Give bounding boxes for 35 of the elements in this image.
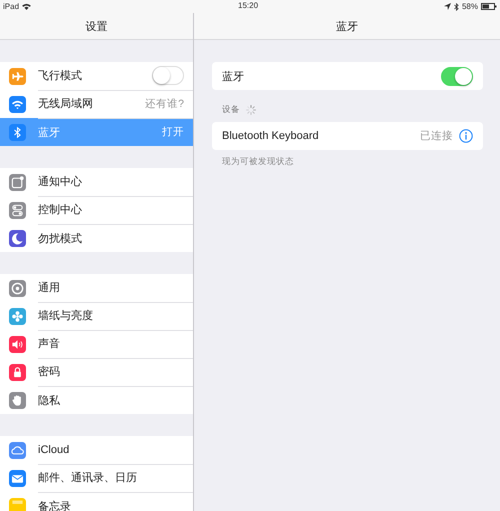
item-label: 飞行模式 (38, 69, 82, 83)
nav-title: 设置 (86, 20, 108, 34)
spinner-icon (246, 105, 256, 115)
device-status: 已连接 (420, 129, 453, 143)
bluetooth-icon (454, 2, 459, 10)
device-name: Bluetooth Keyboard (222, 130, 319, 142)
discoverable-note: 现为可被发现状态 (222, 156, 295, 168)
item-label: 密码 (38, 364, 60, 379)
item-label: 通知中心 (38, 174, 82, 189)
wifi-icon (22, 3, 32, 10)
bluetooth-label: 蓝牙 (222, 70, 244, 84)
section-header: 设备 (222, 104, 240, 116)
battery-percent: 58% (462, 2, 478, 11)
item-value: 还有谁? (145, 96, 184, 110)
item-value: 打开 (162, 125, 184, 139)
info-icon[interactable] (459, 129, 473, 143)
item-label: 声音 (38, 336, 60, 351)
toggle-switch[interactable] (152, 66, 184, 85)
item-label: 通用 (38, 280, 60, 295)
item-label: 蓝牙 (38, 126, 60, 140)
battery-icon (481, 3, 497, 10)
item-label: 无线局域网 (38, 97, 93, 111)
item-label: 勿扰模式 (38, 232, 82, 246)
nav-title: 蓝牙 (336, 20, 358, 34)
location-arrow-icon (444, 3, 451, 10)
item-label: 控制中心 (38, 202, 82, 217)
item-label: iCloud (38, 444, 70, 456)
clock-time: 15:20 (238, 1, 258, 10)
device-name: iPad (3, 2, 20, 11)
item-label: 邮件、通讯录、日历 (38, 470, 137, 485)
device-row[interactable]: Bluetooth Keyboard 已连接 (212, 122, 483, 150)
item-label: 墙纸与亮度 (38, 308, 93, 323)
toggle-switch[interactable] (441, 66, 473, 86)
item-label: 备忘录 (38, 500, 71, 511)
item-label: 隐私 (38, 394, 60, 408)
